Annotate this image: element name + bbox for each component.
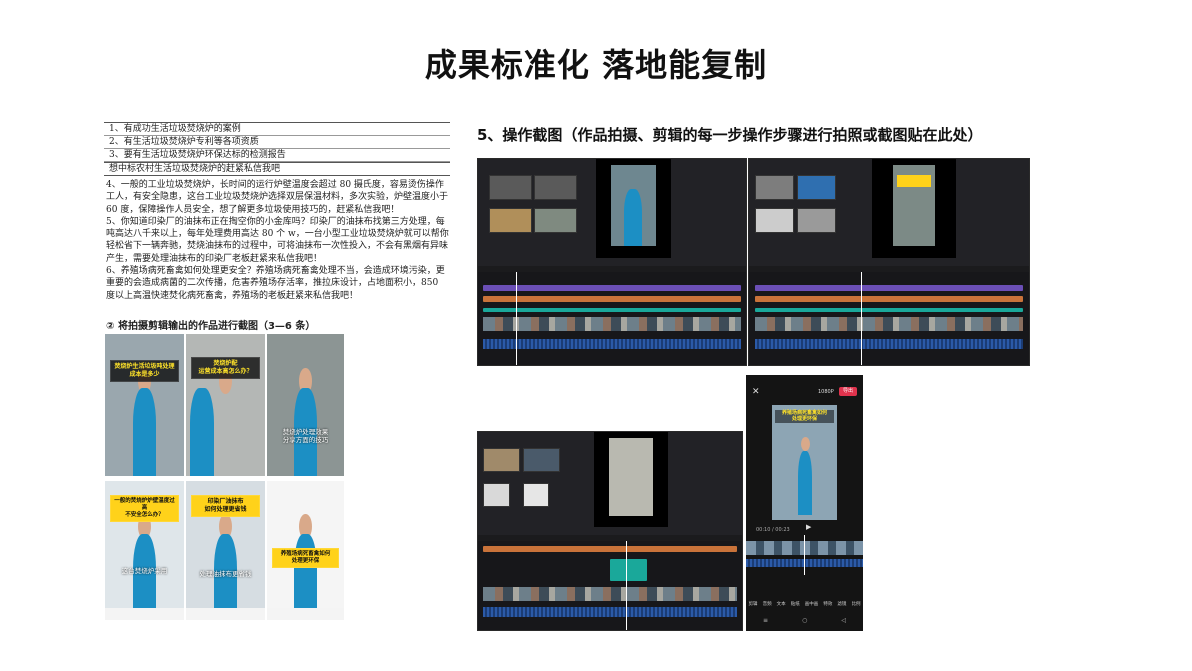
paragraph: 6、养殖场病死畜禽如何处理更安全？养殖场病死畜禽处理不当，会造成环境污染，更重要…: [106, 266, 445, 301]
media-thumbnail[interactable]: [488, 208, 532, 234]
media-thumbnail[interactable]: [534, 175, 578, 201]
phone-nav-bar: ≡ ○ ◁: [746, 617, 863, 624]
video-thumbnail[interactable]: 焚烧炉配 运营成本高怎么办？: [186, 334, 265, 476]
table-row: 想中标农村生活垃圾焚烧炉的赶紧私信我吧: [104, 162, 450, 175]
time-readout: 00:10 / 00:23: [756, 527, 790, 533]
playhead[interactable]: [861, 272, 862, 365]
preview-window[interactable]: [594, 432, 669, 528]
media-thumbnail[interactable]: [796, 208, 836, 234]
section-heading: ② 将拍摄剪辑输出的作品进行截图（3—6 条）: [106, 321, 316, 332]
media-thumbnail[interactable]: [754, 208, 794, 234]
thumbnail-subtitle: 这台焚烧炉采用: [121, 567, 168, 576]
back-icon[interactable]: ◁: [841, 617, 846, 624]
close-icon[interactable]: ✕: [752, 387, 760, 397]
toolbar-item[interactable]: 文本: [777, 601, 786, 607]
phone-editor-screenshot: ✕ 1080P 导出 养殖场病死畜禽如何 处理更环保 00:10 / 00:23…: [746, 375, 863, 631]
playhead[interactable]: [804, 535, 805, 575]
video-clip-track[interactable]: [754, 316, 1024, 331]
thumbnail-caption: 养殖场病死畜禽如何 处理更环保: [271, 547, 340, 568]
video-thumbnail[interactable]: 焚烧炉处理效果 分享方面的技巧: [267, 334, 344, 476]
home-icon[interactable]: ○: [802, 617, 807, 624]
media-thumbnail[interactable]: [522, 483, 550, 508]
playhead[interactable]: [515, 272, 517, 365]
timeline-track[interactable]: [483, 285, 741, 292]
presenter-figure: [189, 387, 214, 476]
playback-bar[interactable]: [267, 608, 344, 620]
media-thumbnail[interactable]: [796, 175, 836, 201]
resolution-selector[interactable]: 1080P: [818, 389, 834, 395]
timeline-track[interactable]: [483, 296, 741, 303]
page-title: 成果标准化 落地能复制: [424, 46, 768, 84]
timeline[interactable]: [478, 540, 742, 630]
thumbnail-caption: 焚烧炉生活垃圾吨处理 成本是多少: [109, 359, 180, 382]
operations-heading: 5、操作截图（作品拍摄、剪辑的每一步操作步骤进行拍照或截图贴在此处）: [477, 126, 983, 144]
media-thumbnail[interactable]: [754, 175, 794, 201]
thumbnail-subtitle: 处理油抹布更省钱: [199, 569, 252, 578]
table-row: 3、要有生活垃圾焚烧炉环保达标的检测报告: [104, 149, 450, 162]
phone-preview[interactable]: 养殖场病死畜禽如何 处理更环保: [772, 405, 837, 520]
export-button[interactable]: 导出: [839, 387, 857, 396]
media-thumbnail[interactable]: [534, 208, 578, 234]
timeline-track[interactable]: [754, 285, 1024, 292]
video-clip-track[interactable]: [483, 316, 741, 331]
toolbar-item[interactable]: 比例: [851, 601, 860, 607]
requirements-table: 1、有成功生活垃圾焚烧炉的案例 2、有生活垃圾焚烧炉专利等各项资质 3、要有生活…: [104, 122, 450, 176]
media-thumbnail[interactable]: [488, 175, 532, 201]
thumbnail-caption: 焚烧炉配 运营成本高怎么办？: [190, 356, 261, 379]
video-thumbnail[interactable]: 养殖场病死畜禽如何 处理更环保: [267, 481, 344, 620]
script-paragraphs: 4、一般的工业垃圾焚烧炉，长时间的运行炉壁温度会超过 80 摄氏度，容易烫伤操作…: [104, 176, 450, 302]
playhead[interactable]: [625, 540, 627, 630]
timeline-track[interactable]: [610, 558, 647, 581]
editor-screenshot: [748, 158, 1030, 366]
video-clip-track[interactable]: [483, 587, 737, 602]
preview-window[interactable]: [595, 159, 671, 258]
preview-window[interactable]: [872, 159, 957, 258]
media-thumbnail[interactable]: [522, 447, 560, 472]
paragraph: 4、一般的工业垃圾焚烧炉，长时间的运行炉壁温度会超过 80 摄氏度，容易烫伤操作…: [106, 180, 449, 215]
table-row: 1、有成功生活垃圾焚烧炉的案例: [104, 123, 450, 136]
document-excerpt: 1、有成功生活垃圾焚烧炉的案例 2、有生活垃圾焚烧炉专利等各项资质 3、要有生活…: [104, 122, 450, 302]
timeline[interactable]: [749, 272, 1029, 365]
toolbar-item[interactable]: 贴纸: [791, 601, 800, 607]
media-thumbnail[interactable]: [483, 447, 521, 472]
toolbar-item[interactable]: 滤镜: [837, 601, 846, 607]
timeline[interactable]: [478, 272, 746, 365]
toolbar-item[interactable]: 音频: [763, 601, 772, 607]
phone-toolbar: 剪辑 音频 文本 贴纸 画中画 特效 滤镜 比例: [746, 601, 863, 607]
paragraph: 5、你知道印染厂的油抹布正在掏空你的小金库吗？印染厂的油抹布找第三方处理，每吨高…: [106, 216, 449, 264]
presenter-figure: [132, 387, 157, 476]
thumbnail-caption: 印染厂油抹布 如何处理更省钱: [190, 494, 261, 517]
audio-waveform[interactable]: [483, 339, 741, 350]
video-thumbnail[interactable]: 焚烧炉生活垃圾吨处理 成本是多少: [105, 334, 184, 476]
audio-waveform[interactable]: [483, 606, 737, 617]
thumbnail-subtitle: 焚烧炉处理效果 分享方面的技巧: [282, 427, 329, 444]
table-row: 2、有生活垃圾焚烧炉专利等各项资质: [104, 136, 450, 149]
video-thumbnail[interactable]: 印染厂油抹布 如何处理更省钱 处理油抹布更省钱: [186, 481, 265, 620]
toolbar-item[interactable]: 画中画: [805, 601, 819, 607]
timeline-track[interactable]: [754, 307, 1024, 312]
editor-screenshot: [477, 158, 747, 366]
overlay-caption: 养殖场病死畜禽如何 处理更环保: [775, 409, 834, 423]
toolbar-item[interactable]: 剪辑: [749, 601, 758, 607]
media-thumbnail[interactable]: [483, 483, 510, 508]
timeline-track[interactable]: [483, 307, 741, 312]
video-thumbnail[interactable]: 一般的焚烧炉炉壁温度过高 不安全怎么办？ 这台焚烧炉采用: [105, 481, 184, 620]
thumbnail-caption: 一般的焚烧炉炉壁温度过高 不安全怎么办？: [109, 494, 180, 522]
play-icon[interactable]: ▶: [806, 523, 811, 531]
playback-bar[interactable]: [186, 608, 265, 620]
editor-screenshot: [477, 431, 743, 631]
playback-bar[interactable]: [105, 608, 184, 620]
audio-waveform[interactable]: [754, 339, 1024, 350]
timeline-track[interactable]: [754, 296, 1024, 303]
timeline-track[interactable]: [483, 546, 737, 553]
menu-icon[interactable]: ≡: [763, 617, 768, 624]
toolbar-item[interactable]: 特效: [823, 601, 832, 607]
